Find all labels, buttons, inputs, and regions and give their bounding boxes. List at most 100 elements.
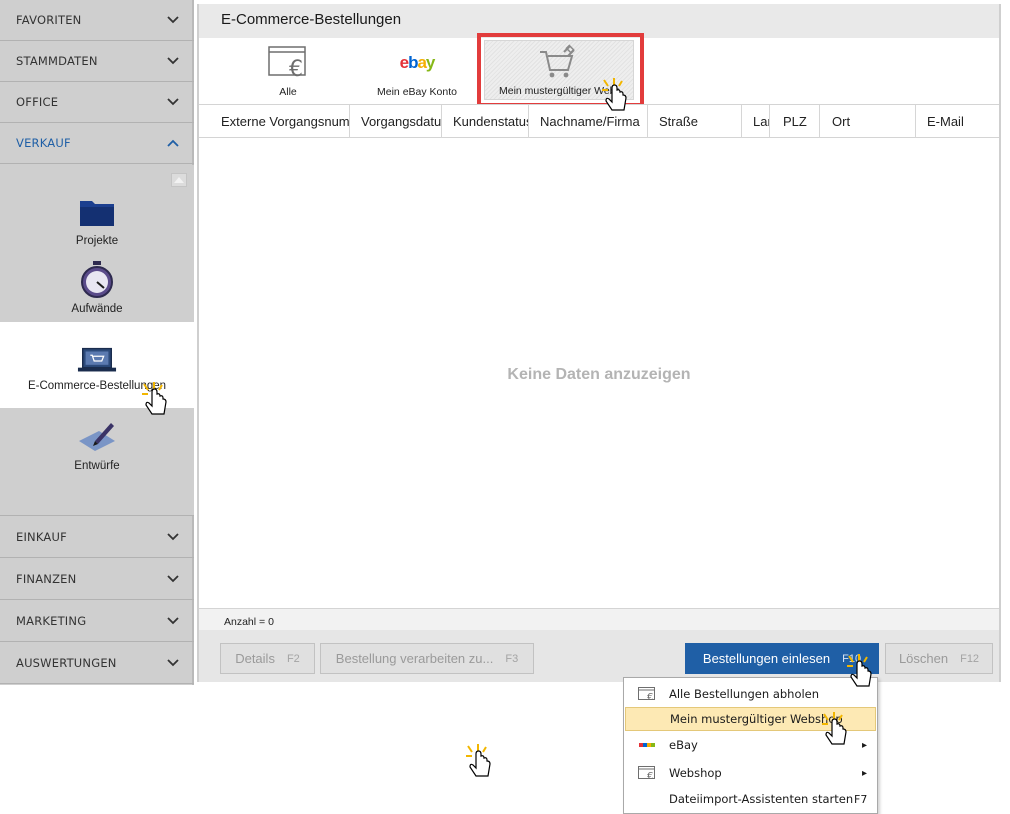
svg-text:€: €: [289, 57, 303, 80]
tab-ebay[interactable]: ebay Mein eBay Konto: [358, 38, 476, 104]
chevron-up-icon: [166, 136, 180, 150]
tab-label: Mein mustergültiger Webshop: [499, 85, 619, 97]
sidebar-section-einkauf[interactable]: EINKAUF: [0, 517, 194, 558]
euro-window-icon: €: [625, 682, 669, 706]
sidebar-section-label: AUSWERTUNGEN: [16, 656, 117, 670]
sidebar-section-label: STAMMDATEN: [16, 54, 98, 68]
column-ort[interactable]: Ort: [820, 105, 916, 138]
ebay-logo-letter: e: [399, 53, 410, 72]
tab-mein-mustergueltiger-webshop[interactable]: Mein mustergültiger Webshop: [484, 40, 634, 100]
sidebar-section-label: FAVORITEN: [16, 13, 82, 27]
main-panel: E-Commerce-Bestellungen € Alle ebay Mein…: [197, 4, 1001, 682]
sidebar-item-label: Entwürfe: [74, 460, 120, 472]
sidebar-item-ecommerce-bestellungen[interactable]: E-Commerce-Bestellungen: [0, 322, 194, 408]
details-button[interactable]: Details F2: [220, 643, 315, 674]
euro-window-icon: €: [625, 761, 669, 785]
sidebar-section-office[interactable]: OFFICE: [0, 82, 194, 123]
sidebar-item-projekte[interactable]: Projekte: [0, 193, 194, 247]
chevron-down-icon: [166, 95, 180, 109]
menu-icon-spacer: [625, 787, 669, 811]
chevron-down-icon: [166, 54, 180, 68]
shortcut-key: F2: [286, 652, 300, 665]
svg-text:€: €: [647, 771, 653, 780]
ebay-logo-letter: y: [425, 53, 436, 72]
column-nachname-firma[interactable]: Nachname/Firma: [529, 105, 648, 138]
column-e-mail[interactable]: E-Mail: [916, 105, 999, 138]
sidebar-section-stammdaten[interactable]: STAMMDATEN: [0, 41, 194, 82]
ebay-logo-icon: ebay: [387, 44, 447, 82]
menu-item-label: Mein mustergültiger Webshop: [670, 712, 843, 726]
button-label: Bestellung verarbeiten zu...: [335, 651, 494, 666]
shortcut-key: F7: [854, 792, 868, 806]
column-plz[interactable]: PLZ: [770, 105, 820, 138]
sidebar-section-auswertungen[interactable]: AUSWERTUNGEN: [0, 643, 194, 684]
sidebar-item-entwuerfe[interactable]: Entwürfe: [0, 418, 194, 472]
chevron-down-icon: [166, 572, 180, 586]
chevron-down-icon: [166, 530, 180, 544]
menu-item-dateiimport-assistent[interactable]: Dateiimport-Assistenten starten F7: [625, 787, 876, 811]
button-label: Bestellungen einlesen: [702, 651, 831, 666]
sidebar-item-aufwaende[interactable]: Aufwände: [0, 261, 194, 315]
scroll-up-button[interactable]: [171, 173, 187, 187]
column-externe-vorgangsnummer[interactable]: Externe Vorgangsnummer: [199, 105, 350, 138]
sidebar-section-label: MARKETING: [16, 614, 87, 628]
import-dropdown-menu: € Alle Bestellungen abholen Mein musterg…: [623, 677, 878, 814]
page-title: E-Commerce-Bestellungen: [199, 4, 999, 38]
chevron-down-icon: [166, 656, 180, 670]
verkauf-panel: Projekte Aufwände E-Commerce-Bestellunge…: [0, 165, 194, 516]
sidebar-item-label: Aufwände: [71, 303, 123, 315]
source-tabs: € Alle ebay Mein eBay Konto Mein musterg…: [199, 38, 999, 104]
menu-item-label: Dateiimport-Assistenten starten: [669, 792, 854, 806]
shortcut-key: F3: [505, 652, 519, 665]
menu-item-label: eBay: [669, 738, 698, 752]
menu-item-mein-mustergueltiger-webshop[interactable]: Mein mustergültiger Webshop: [625, 707, 876, 731]
pen-draft-icon: [77, 418, 117, 456]
sidebar-section-label: FINANZEN: [16, 572, 77, 586]
shortcut-key: F10: [842, 652, 862, 665]
sidebar-section-verkauf[interactable]: VERKAUF: [0, 123, 194, 164]
table-header: Externe Vorgangsnummer Vorgangsdatum Kun…: [199, 104, 999, 138]
column-strasse[interactable]: Straße: [648, 105, 742, 138]
sidebar: FAVORITEN STAMMDATEN OFFICE VERKAUF Proj…: [0, 0, 194, 685]
svg-text:€: €: [647, 692, 653, 701]
stopwatch-icon: [77, 261, 117, 299]
sidebar-section-marketing[interactable]: MARKETING: [0, 601, 194, 642]
menu-icon-spacer: [626, 707, 670, 731]
ebay-logo-icon: [625, 733, 669, 757]
laptop-cart-icon: [77, 346, 117, 376]
click-hand-cursor-icon: [466, 744, 491, 777]
sidebar-section-favoriten[interactable]: FAVORITEN: [0, 0, 194, 41]
tab-label: Mein eBay Konto: [377, 86, 457, 98]
import-orders-button[interactable]: Bestellungen einlesen F10: [685, 643, 879, 674]
menu-item-label: Webshop: [669, 766, 722, 780]
sidebar-section-finanzen[interactable]: FINANZEN: [0, 559, 194, 600]
menu-item-webshop[interactable]: € Webshop ▸: [625, 761, 876, 785]
column-vorgangsdatum[interactable]: Vorgangsdatum: [350, 105, 442, 138]
tab-alle[interactable]: € Alle: [229, 38, 347, 104]
submenu-arrow-icon: ▸: [861, 767, 867, 779]
sidebar-section-label: VERKAUF: [16, 136, 71, 150]
menu-item-label: Alle Bestellungen abholen: [669, 687, 820, 701]
delete-button[interactable]: Löschen F12: [885, 643, 993, 674]
process-order-button[interactable]: Bestellung verarbeiten zu... F3: [320, 643, 534, 674]
triangle-up-icon: [174, 177, 184, 183]
chevron-down-icon: [166, 13, 180, 27]
button-label: Details: [235, 651, 275, 666]
empty-state-message: Keine Daten anzuzeigen: [507, 366, 691, 383]
button-bar: Details F2 Bestellung verarbeiten zu... …: [199, 630, 999, 682]
euro-window-icon: €: [258, 44, 318, 82]
sidebar-section-label: EINKAUF: [16, 530, 67, 544]
cart-link-icon: [529, 43, 589, 81]
menu-item-alle-bestellungen-abholen[interactable]: € Alle Bestellungen abholen: [625, 682, 876, 706]
shortcut-key: F12: [960, 652, 980, 665]
record-count: Anzahl = 0: [199, 608, 999, 630]
submenu-arrow-icon: ▸: [861, 739, 867, 751]
menu-item-ebay[interactable]: eBay ▸: [625, 733, 876, 757]
column-land[interactable]: Land: [742, 105, 770, 138]
chevron-down-icon: [166, 614, 180, 628]
button-label: Löschen: [898, 651, 949, 666]
folder-icon: [77, 193, 117, 231]
sidebar-item-label: E-Commerce-Bestellungen: [27, 380, 167, 392]
column-kundenstatus[interactable]: Kundenstatus: [442, 105, 529, 138]
table-body: Keine Daten anzuzeigen: [199, 138, 999, 608]
